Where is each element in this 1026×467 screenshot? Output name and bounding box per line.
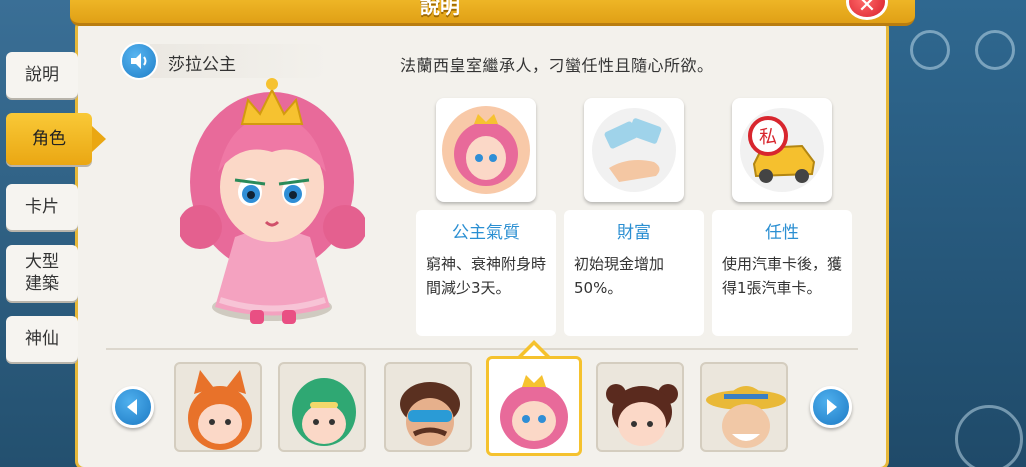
trait-title: 公主氣質: [452, 223, 520, 243]
tab-gods[interactable]: 神仙: [6, 316, 78, 362]
tab-character[interactable]: 角色: [6, 113, 106, 165]
tab-buildings-label: 大型 建築: [25, 252, 59, 294]
trait-icon-card-2: [584, 98, 684, 202]
sunglasses-man-avatar: [400, 382, 460, 446]
princess-character-illustration: [180, 78, 365, 324]
character-slot-4-selected[interactable]: [486, 356, 582, 456]
header-bar: [70, 0, 915, 26]
trait-title: 財富: [617, 223, 651, 243]
trait-card-2: 財富 初始現金增加50%。: [564, 210, 704, 336]
character-description: 法蘭西皇室繼承人，刁蠻任性且隨心所欲。: [400, 56, 714, 75]
tab-buildings[interactable]: 大型 建築: [6, 245, 78, 301]
page-title: 說明: [420, 0, 460, 18]
speaker-icon: [131, 53, 147, 69]
prev-character-button[interactable]: [112, 386, 154, 428]
old-man-hat-avatar: [706, 386, 786, 448]
trait-text: 窮神、衰神附身時間減少3天。: [426, 255, 547, 297]
green-hair-avatar: [292, 378, 356, 446]
character-slot-5[interactable]: [596, 362, 684, 452]
tab-cards[interactable]: 卡片: [6, 184, 78, 230]
trait-card-3: 任性 使用汽車卡後，獲得1張汽車卡。: [712, 210, 852, 336]
menu-icon[interactable]: [955, 405, 1023, 467]
tab-help[interactable]: 說明: [6, 52, 78, 98]
character-slot-2[interactable]: [278, 362, 366, 452]
svg-text:私: 私: [759, 127, 777, 148]
voice-play-button[interactable]: [120, 42, 158, 80]
trait-icon-card-3: 私: [732, 98, 832, 202]
arrow-left-icon: [127, 399, 137, 415]
fox-girl-avatar: [188, 370, 252, 450]
princess-avatar: [500, 375, 568, 449]
trait-title: 任性: [765, 223, 799, 243]
arrow-right-icon: [827, 399, 837, 415]
trait-text: 使用汽車卡後，獲得1張汽車卡。: [722, 255, 843, 297]
bun-girl-avatar: [606, 384, 678, 446]
character-slot-6[interactable]: [700, 362, 788, 452]
money-hand-icon: [592, 108, 676, 192]
refresh-icon[interactable]: [975, 30, 1015, 70]
character-slot-1[interactable]: [174, 362, 262, 452]
trait-icon-card-1: [436, 98, 536, 202]
private-car-icon: 私: [740, 108, 824, 192]
background-right: [876, 0, 1026, 467]
character-slot-3[interactable]: [384, 362, 472, 452]
next-character-button[interactable]: [810, 386, 852, 428]
trait-card-1: 公主氣質 窮神、衰神附身時間減少3天。: [416, 210, 556, 336]
trait-text: 初始現金增加50%。: [574, 255, 665, 297]
search-icon[interactable]: [910, 30, 950, 70]
princess-portrait-icon: [442, 106, 530, 194]
divider: [106, 348, 858, 350]
